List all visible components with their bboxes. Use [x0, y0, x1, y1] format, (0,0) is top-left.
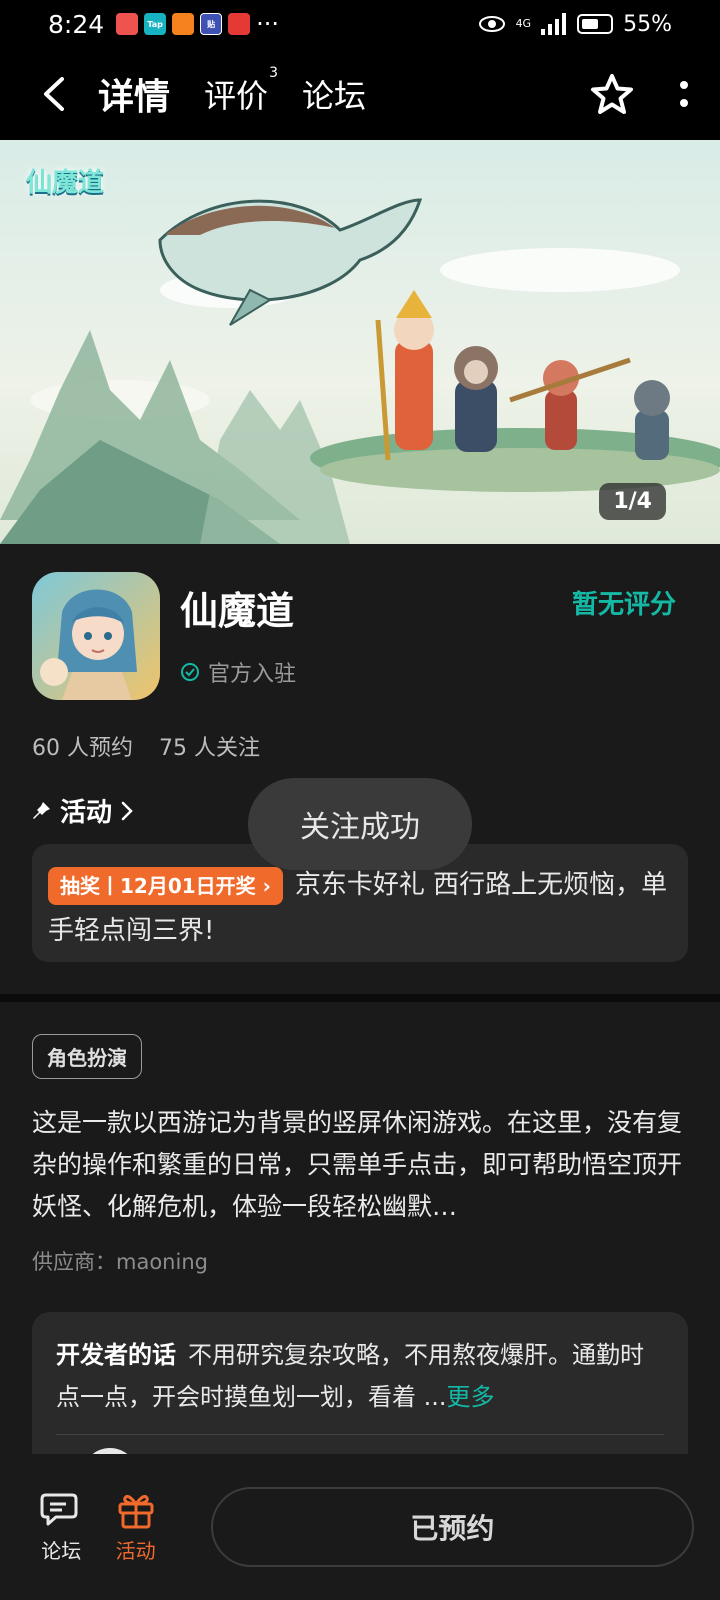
- description-section: 角色扮演 这是一款以西游记为背景的竖屏休闲游戏。在这里，没有复杂的操作和繁重的日…: [0, 1002, 720, 1472]
- tab-reviews-label: 评价: [204, 77, 269, 115]
- activity-label: 活动: [115, 1538, 156, 1563]
- notification-app-icon: [172, 13, 195, 35]
- activity-heading: 活动: [60, 798, 113, 828]
- forum-button[interactable]: 论坛: [26, 1491, 96, 1564]
- tab-details[interactable]: 详情: [93, 68, 175, 124]
- image-counter: 1/4: [599, 483, 666, 520]
- signal-icon: [541, 13, 567, 35]
- game-info-section: 仙魔道 官方入驻 暂无评分 60 人预约 75 人关注 活动 抽奖丨12月01日…: [0, 544, 720, 994]
- tab-forum[interactable]: 论坛: [302, 71, 366, 117]
- tieba-notification-icon: 贴: [200, 13, 223, 35]
- verified-check-icon: [181, 663, 199, 681]
- game-icon-image: [32, 572, 160, 700]
- activity-section-link[interactable]: 活动: [32, 792, 134, 829]
- top-nav: 详情 评价 3 论坛: [0, 48, 720, 140]
- toast-message: 关注成功: [248, 778, 472, 870]
- eye-icon: [478, 16, 505, 32]
- game-description[interactable]: 这是一款以西游记为背景的竖屏休闲游戏。在这里，没有复杂的操作和繁重的日常，只需单…: [32, 1102, 692, 1228]
- reservation-count: 60 人预约: [32, 736, 133, 761]
- forum-chat-icon: [40, 1493, 78, 1525]
- follower-count: 75 人关注: [159, 736, 260, 761]
- tag-chevron-icon: ›: [262, 873, 271, 898]
- chevron-right-icon: [121, 801, 133, 820]
- more-notifications-icon: ···: [256, 10, 280, 38]
- notification-icons: Tap 贴 ···: [116, 10, 279, 38]
- stats-row: 60 人预约 75 人关注: [32, 730, 260, 762]
- battery-level: 55%: [623, 11, 672, 37]
- notification-app-icon: [116, 13, 139, 35]
- status-time: 8:24: [48, 9, 105, 39]
- more-link[interactable]: 更多: [447, 1383, 495, 1411]
- taptap-notification-icon: Tap: [144, 13, 167, 35]
- lottery-tag-label: 抽奖丨12月01日开奖: [60, 873, 256, 898]
- official-badge: 官方入驻: [180, 656, 296, 688]
- game-title: 仙魔道: [180, 589, 295, 633]
- battery-icon: [577, 14, 614, 34]
- star-follow-icon[interactable]: [590, 73, 634, 115]
- status-bar: 8:24 Tap 贴 ··· 4G 55%: [0, 0, 720, 48]
- bottom-action-bar: 论坛 活动 已预约: [0, 1454, 720, 1600]
- banner-game-logo: 仙魔道: [26, 168, 105, 198]
- network-type: 4G: [515, 17, 532, 30]
- activity-button[interactable]: 活动: [100, 1491, 170, 1564]
- forum-label: 论坛: [41, 1538, 82, 1563]
- gift-icon: [118, 1494, 154, 1528]
- back-button[interactable]: [30, 70, 78, 118]
- lottery-tag[interactable]: 抽奖丨12月01日开奖 ›: [48, 866, 283, 905]
- more-options-icon[interactable]: [678, 79, 690, 109]
- banner-carousel[interactable]: 仙魔道 1/4: [0, 140, 720, 544]
- genre-tag[interactable]: 角色扮演: [32, 1034, 142, 1079]
- back-arrow-icon: [44, 77, 64, 111]
- reserved-button[interactable]: 已预约: [210, 1487, 694, 1567]
- supplier-info: 供应商：maoning: [32, 1250, 208, 1274]
- developer-note-card[interactable]: 开发者的话 不用研究复杂攻略，不用熬夜爆肝。通勤时点一点，开会时摸鱼划一划，看着 …: [32, 1312, 688, 1472]
- official-label: 官方入驻: [208, 662, 297, 687]
- game-icon: [32, 572, 160, 700]
- rating-status: 暂无评分: [571, 590, 676, 620]
- developer-card-divider: [56, 1434, 664, 1435]
- section-divider: [0, 994, 720, 1002]
- pin-icon: [33, 801, 50, 819]
- notification-app-icon: [228, 13, 251, 35]
- developer-note-label: 开发者的话: [56, 1341, 176, 1369]
- reviews-count-badge: 3: [269, 65, 279, 81]
- tab-reviews[interactable]: 评价 3: [204, 65, 278, 117]
